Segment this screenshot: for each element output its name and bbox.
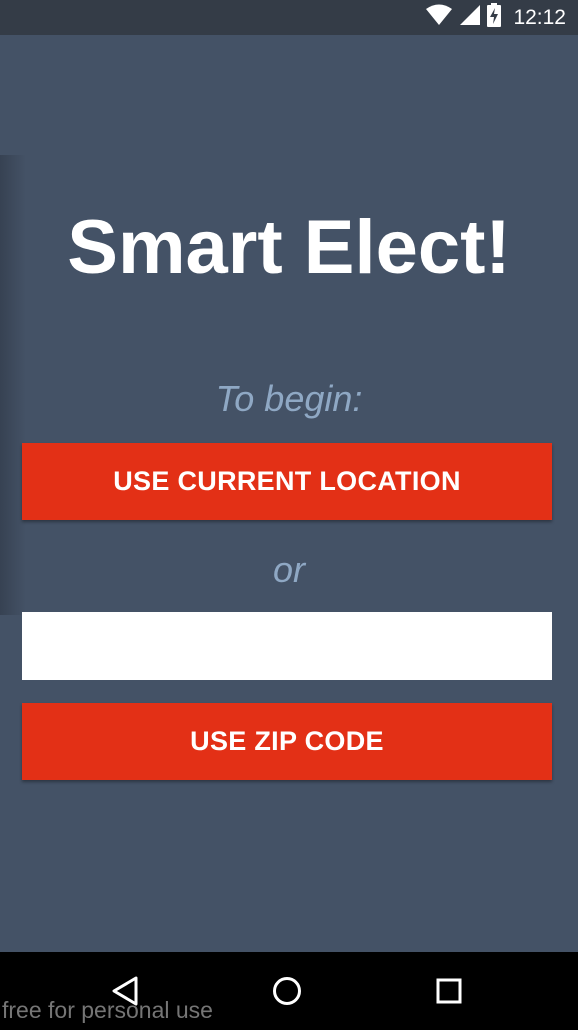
zip-code-input[interactable] [22, 612, 552, 680]
app-content: Smart Elect! To begin: USE CURRENT LOCAT… [0, 35, 578, 952]
use-zip-code-button[interactable]: USE ZIP CODE [22, 703, 552, 780]
phone-screen: 12:12 Smart Elect! To begin: USE CURRENT… [0, 0, 578, 1030]
watermark-text: free for personal use [2, 997, 213, 1023]
status-time: 12:12 [513, 5, 566, 29]
navigation-bar: free for personal use [0, 952, 578, 1030]
wifi-icon [425, 4, 453, 31]
or-separator: or [272, 549, 305, 590]
status-icons: 12:12 [425, 0, 566, 35]
battery-charging-icon [487, 3, 502, 32]
home-icon[interactable] [264, 968, 310, 1014]
use-current-location-button[interactable]: USE CURRENT LOCATION [22, 443, 552, 520]
begin-prompt: To begin: [215, 378, 363, 419]
recent-apps-icon[interactable] [426, 968, 472, 1014]
status-bar: 12:12 [0, 0, 578, 35]
app-title: Smart Elect! [67, 205, 511, 290]
signal-icon [459, 4, 481, 31]
